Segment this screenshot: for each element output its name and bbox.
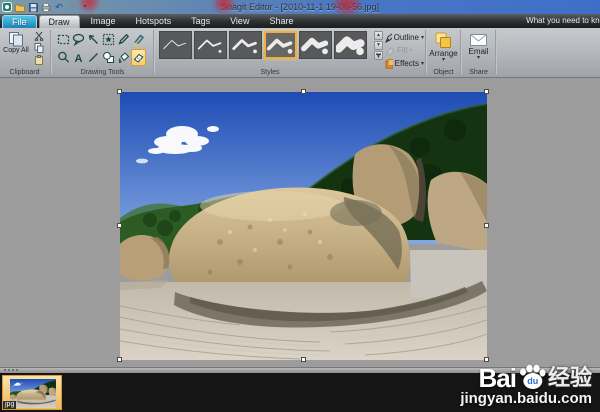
tab-view[interactable]: View <box>221 15 258 28</box>
clipboard-small-buttons <box>33 31 44 65</box>
tab-share[interactable]: Share <box>260 15 302 28</box>
styles-gallery <box>159 31 367 59</box>
tool-stamp[interactable] <box>101 31 116 48</box>
outline-caret-icon: ▾ <box>421 36 424 40</box>
tab-image[interactable]: Image <box>82 15 125 28</box>
tab-hotspots[interactable]: Hotspots <box>127 15 181 28</box>
style-tile-2[interactable] <box>194 31 227 59</box>
effects-icon <box>385 59 393 69</box>
titlebar: ↶ ↷ ▾ Snagit Editor - [2010-11-1 19-06-5… <box>0 0 600 14</box>
selection-handle-n[interactable] <box>301 89 306 94</box>
group-separator <box>153 30 155 74</box>
tool-text[interactable]: A <box>71 49 86 66</box>
tab-tags[interactable]: Tags <box>182 15 219 28</box>
selection-handle-e[interactable] <box>484 223 489 228</box>
outline-icon <box>385 33 392 43</box>
splitter-grip-icon <box>4 369 18 371</box>
selection-handle-sw[interactable] <box>117 357 122 362</box>
style-tile-3[interactable] <box>229 31 262 59</box>
selection-handle-s[interactable] <box>301 357 306 362</box>
selection-handle-w[interactable] <box>117 223 122 228</box>
effects-caret-icon: ▾ <box>421 62 424 66</box>
editor-canvas[interactable] <box>0 78 600 367</box>
selection-handle-nw[interactable] <box>117 89 122 94</box>
styles-gallery-scroll: ▲ ▼ ▬▼ <box>374 31 383 60</box>
open-captures-tray: jpg <box>0 373 600 412</box>
drawing-tool-grid: A <box>56 31 149 66</box>
tab-draw[interactable]: Draw <box>39 15 80 28</box>
tool-callout[interactable] <box>71 31 86 48</box>
tool-arrow[interactable] <box>86 31 101 48</box>
style-tile-4[interactable] <box>264 31 297 59</box>
group-label-clipboard: Clipboard <box>0 69 49 76</box>
arrange-caret-icon: ▾ <box>442 58 445 62</box>
gallery-expand-icon[interactable]: ▬▼ <box>374 51 383 60</box>
gallery-scroll-up-icon[interactable]: ▲ <box>374 31 383 40</box>
tab-file[interactable]: File <box>2 15 37 28</box>
ribbon-tab-bar: File Draw Image Hotspots Tags View Share… <box>0 14 600 28</box>
fill-label: Fill <box>397 46 407 55</box>
group-label-object: Object <box>428 69 459 76</box>
group-label-share: Share <box>463 69 494 76</box>
group-share: Email ▾ Share <box>463 28 494 77</box>
group-tool-options: Outline ▾ Fill ▾ Effects ▾ <box>384 28 424 77</box>
tool-erase[interactable] <box>131 49 146 66</box>
tool-selection[interactable] <box>56 31 71 48</box>
style-tile-6[interactable] <box>334 31 367 59</box>
copy-all-button[interactable]: Copy All <box>2 30 30 66</box>
group-clipboard: Copy All Clipboard <box>0 28 49 77</box>
beach-photo <box>120 92 487 360</box>
fill-icon <box>385 46 395 56</box>
email-icon <box>469 32 488 47</box>
fill-caret-icon: ▾ <box>409 49 412 53</box>
arrange-icon <box>434 32 453 49</box>
help-link[interactable]: What you need to kno <box>526 14 600 28</box>
tool-fill[interactable] <box>116 49 131 66</box>
svg-text:A: A <box>75 53 83 64</box>
snagit-editor-window: ↶ ↷ ▾ Snagit Editor - [2010-11-1 19-06-5… <box>0 0 600 412</box>
beach-photo <box>10 379 56 408</box>
copy-icon[interactable] <box>33 43 44 53</box>
group-object: Arrange ▾ Object <box>428 28 459 77</box>
tool-magnify[interactable] <box>56 49 71 66</box>
outline-label: Outline <box>394 33 419 42</box>
outline-button[interactable]: Outline ▾ <box>385 32 424 43</box>
selection-handle-ne[interactable] <box>484 89 489 94</box>
fill-button: Fill ▾ <box>385 45 424 56</box>
paste-icon[interactable] <box>33 55 44 65</box>
group-drawing-tools: A Drawing Tools <box>53 28 152 77</box>
gallery-scroll-down-icon[interactable]: ▼ <box>374 41 383 50</box>
tool-line[interactable] <box>86 49 101 66</box>
tool-shape[interactable] <box>101 49 116 66</box>
group-label-drawing-tools: Drawing Tools <box>53 69 152 76</box>
tool-pen[interactable] <box>116 31 131 48</box>
selection-handle-se[interactable] <box>484 357 489 362</box>
captured-image[interactable] <box>120 92 487 360</box>
capture-thumbnail[interactable]: jpg <box>2 375 62 410</box>
email-button[interactable]: Email ▾ <box>464 30 493 66</box>
copy-all-label: Copy All <box>3 47 29 54</box>
style-tile-5[interactable] <box>299 31 332 59</box>
group-separator <box>425 30 427 74</box>
arrange-button[interactable]: Arrange ▾ <box>429 30 458 66</box>
capture-thumbnail-ext: jpg <box>3 401 16 409</box>
group-label-styles: Styles <box>156 69 384 76</box>
group-styles: ▲ ▼ ▬▼ Styles <box>156 28 384 77</box>
email-caret-icon: ▾ <box>477 56 480 60</box>
cut-icon[interactable] <box>33 31 44 41</box>
effects-label: Effects <box>395 59 419 68</box>
group-separator <box>495 30 497 74</box>
capture-thumbnail-image <box>10 379 56 408</box>
effects-button[interactable]: Effects ▾ <box>385 58 424 69</box>
tool-highlight[interactable] <box>131 31 146 48</box>
ribbon-draw: Copy All Clipboard A Drawing Tools <box>0 28 600 78</box>
copy-all-icon <box>8 31 25 47</box>
group-separator <box>460 30 462 74</box>
style-tile-1[interactable] <box>159 31 192 59</box>
group-separator <box>50 30 52 74</box>
